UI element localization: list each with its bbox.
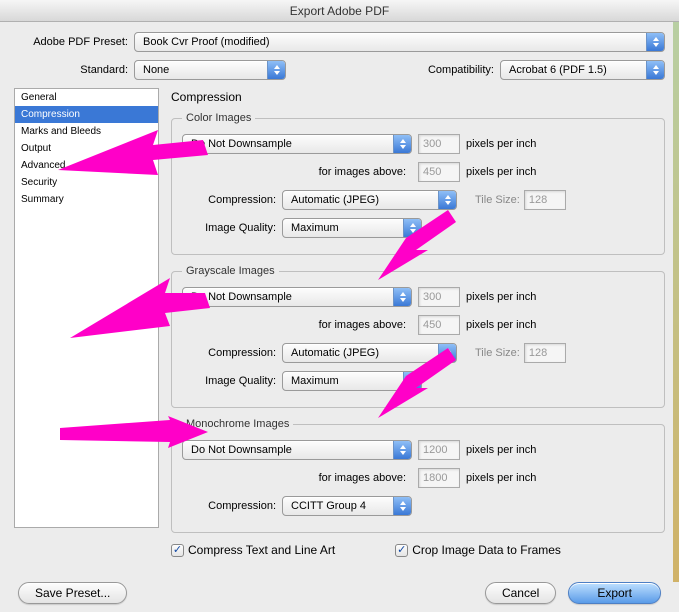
sidebar-item-summary[interactable]: Summary [15,191,158,208]
tile-size-label: Tile Size: [475,347,520,359]
group-legend: Grayscale Images [182,265,279,277]
window-title: Export Adobe PDF [0,0,679,22]
mono-compression-select[interactable]: CCITT Group 4 [282,496,412,516]
chevron-updown-icon [438,344,456,362]
sidebar-item-general[interactable]: General [15,89,158,106]
checkmark-icon: ✓ [395,544,408,557]
chevron-updown-icon [393,441,411,459]
sidebar-item-output[interactable]: Output [15,140,158,157]
compression-label: Compression: [182,194,282,206]
color-compression-select[interactable]: Automatic (JPEG) [282,190,457,210]
color-above-field[interactable]: 450 [418,162,460,182]
group-grayscale-images: Grayscale Images Do Not Downsample 300 p… [171,265,665,408]
group-legend: Color Images [182,112,255,124]
for-above-label: for images above: [182,472,412,484]
color-downsample-select[interactable]: Do Not Downsample [182,134,412,154]
compression-label: Compression: [182,500,282,512]
chevron-updown-icon [646,61,664,79]
compress-text-checkbox[interactable]: ✓ Compress Text and Line Art [171,543,335,557]
color-ppi-field[interactable]: 300 [418,134,460,154]
export-button[interactable]: Export [568,582,661,604]
checkmark-icon: ✓ [171,544,184,557]
quality-label: Image Quality: [182,222,282,234]
compat-label: Compatibility: [428,64,500,76]
gray-quality-select[interactable]: Maximum [282,371,422,391]
compat-value: Acrobat 6 (PDF 1.5) [509,64,607,76]
ppi-label: pixels per inch [466,319,536,331]
ppi-label: pixels per inch [466,138,536,150]
category-sidebar: GeneralCompressionMarks and BleedsOutput… [14,88,159,528]
chevron-updown-icon [393,135,411,153]
ppi-label: pixels per inch [466,472,536,484]
chevron-updown-icon [646,33,664,51]
gray-compression-select[interactable]: Automatic (JPEG) [282,343,457,363]
gray-above-field[interactable]: 450 [418,315,460,335]
group-monochrome-images: Monochrome Images Do Not Downsample 1200… [171,418,665,533]
group-legend: Monochrome Images [182,418,293,430]
quality-label: Image Quality: [182,375,282,387]
for-above-label: for images above: [182,319,412,331]
compression-label: Compression: [182,347,282,359]
ppi-label: pixels per inch [466,166,536,178]
standard-label: Standard: [14,64,134,76]
preset-label: Adobe PDF Preset: [14,36,134,48]
color-quality-select[interactable]: Maximum [282,218,422,238]
chevron-updown-icon [393,288,411,306]
color-tile-field: 128 [524,190,566,210]
tile-size-label: Tile Size: [475,194,520,206]
chevron-updown-icon [403,219,421,237]
mono-above-field[interactable]: 1800 [418,468,460,488]
chevron-updown-icon [438,191,456,209]
gray-ppi-field[interactable]: 300 [418,287,460,307]
chevron-updown-icon [393,497,411,515]
sidebar-item-marks-and-bleeds[interactable]: Marks and Bleeds [15,123,158,140]
crop-image-checkbox[interactable]: ✓ Crop Image Data to Frames [395,543,561,557]
gray-downsample-select[interactable]: Do Not Downsample [182,287,412,307]
group-color-images: Color Images Do Not Downsample 300 pixel… [171,112,665,255]
standard-select[interactable]: None [134,60,286,80]
chevron-updown-icon [403,372,421,390]
compat-select[interactable]: Acrobat 6 (PDF 1.5) [500,60,665,80]
sidebar-item-advanced[interactable]: Advanced [15,157,158,174]
sidebar-item-compression[interactable]: Compression [15,106,158,123]
for-above-label: for images above: [182,166,412,178]
ppi-label: pixels per inch [466,444,536,456]
sidebar-item-security[interactable]: Security [15,174,158,191]
mono-downsample-select[interactable]: Do Not Downsample [182,440,412,460]
gray-tile-field: 128 [524,343,566,363]
mono-ppi-field[interactable]: 1200 [418,440,460,460]
decorative-strip [673,22,679,582]
chevron-updown-icon [267,61,285,79]
standard-value: None [143,64,169,76]
preset-select[interactable]: Book Cvr Proof (modified) [134,32,665,52]
save-preset-button[interactable]: Save Preset... [18,582,127,604]
panel-title: Compression [171,90,665,104]
cancel-button[interactable]: Cancel [485,582,556,604]
preset-value: Book Cvr Proof (modified) [143,36,270,48]
ppi-label: pixels per inch [466,291,536,303]
